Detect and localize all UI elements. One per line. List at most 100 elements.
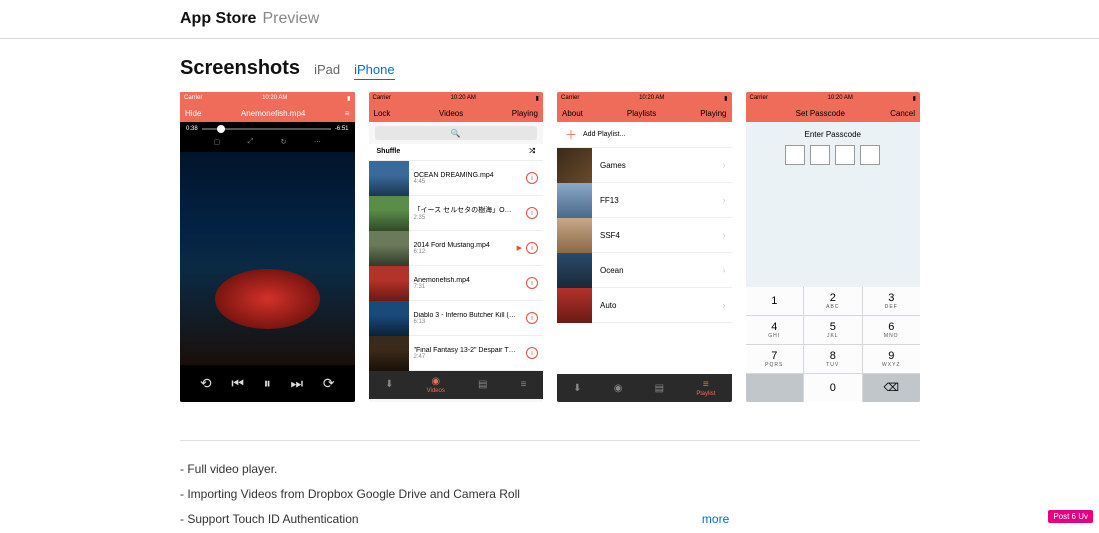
video-duration: 2:47 bbox=[414, 354, 522, 360]
playlist-row[interactable]: FF13› bbox=[557, 183, 732, 218]
keypad-key[interactable]: 1 bbox=[746, 287, 804, 315]
section-header: Screenshots iPad iPhone bbox=[180, 57, 920, 80]
video-duration: 6:12 bbox=[414, 249, 512, 255]
keypad-key[interactable]: 5JKL bbox=[804, 316, 862, 344]
search-input[interactable]: 🔍 bbox=[375, 126, 538, 140]
battery-icon: ▮ bbox=[913, 95, 916, 102]
playing-button[interactable]: Playing bbox=[512, 109, 538, 118]
tab-item[interactable]: ⬇ bbox=[385, 379, 393, 391]
expand-icon[interactable]: ⤢ bbox=[248, 138, 254, 146]
playlist-row[interactable]: SSF4› bbox=[557, 218, 732, 253]
keypad-key[interactable]: 9WXYZ bbox=[863, 345, 921, 373]
share-icon[interactable]: ⋯ bbox=[314, 138, 321, 146]
info-icon[interactable]: i bbox=[526, 277, 538, 289]
video-title: Anemonefish.mp4 bbox=[414, 277, 522, 284]
lock-button[interactable]: Lock bbox=[374, 109, 391, 118]
cancel-button[interactable]: Cancel bbox=[890, 109, 915, 118]
playlist-thumb bbox=[557, 183, 592, 218]
video-duration: 7:31 bbox=[414, 284, 522, 290]
tab-iphone[interactable]: iPhone bbox=[354, 62, 394, 80]
tab-ipad[interactable]: iPad bbox=[314, 62, 340, 77]
battery-icon: ▮ bbox=[347, 95, 350, 102]
shuffle-label: Shuffle bbox=[377, 148, 401, 156]
video-row[interactable]: Anemonefish.mp47:31 i bbox=[369, 266, 544, 301]
desc-line: - Support Touch ID Authentication bbox=[180, 512, 359, 526]
next-icon[interactable]: ⏭ bbox=[290, 375, 303, 392]
keypad-key[interactable]: ⌫ bbox=[863, 374, 921, 402]
video-row[interactable]: "Final Fantasy 13-2" Despair T…2:47 i bbox=[369, 336, 544, 371]
video-row[interactable]: 2014 Ford Mustang.mp46:12▶i bbox=[369, 231, 544, 266]
keypad-key[interactable]: 4GHI bbox=[746, 316, 804, 344]
tab-item[interactable]: ▤ bbox=[478, 379, 487, 391]
playlist-row[interactable]: Games› bbox=[557, 148, 732, 183]
nav-title: Playlists bbox=[627, 109, 656, 118]
prev-icon[interactable]: ⏮ bbox=[231, 375, 244, 392]
shuffle-row[interactable]: Shuffle ⤮ bbox=[369, 144, 544, 161]
shuffle-icon: ⤮ bbox=[529, 148, 535, 156]
info-icon[interactable]: i bbox=[526, 172, 538, 184]
appstore-label: App Store bbox=[180, 10, 256, 28]
info-icon[interactable]: i bbox=[526, 312, 538, 324]
keypad-key[interactable]: 0 bbox=[804, 374, 862, 402]
nav-bar: Lock Videos Playing bbox=[369, 104, 544, 122]
screenshot-2[interactable]: Carrier 10:20 AM ▮ Lock Videos Playing 🔍… bbox=[369, 92, 544, 402]
tab-item[interactable]: ◉Videos bbox=[427, 376, 445, 394]
playlist-label: Games bbox=[592, 161, 723, 170]
corner-badge[interactable]: Post 6 Uv bbox=[1048, 510, 1093, 523]
menu-icon[interactable]: ≡ bbox=[345, 109, 350, 118]
keypad-key[interactable] bbox=[746, 374, 804, 402]
playlist-label: SSF4 bbox=[592, 231, 723, 240]
status-bar: Carrier 10:20 AM ▮ bbox=[746, 92, 921, 104]
tab-bar: ⬇ ◉ ▤ ≡Playlist bbox=[557, 374, 732, 402]
info-icon[interactable]: i bbox=[526, 347, 538, 359]
tab-item[interactable]: ▤ bbox=[655, 383, 664, 394]
screenshot-3[interactable]: Carrier 10:20 AM ▮ About Playlists Playi… bbox=[557, 92, 732, 402]
passcode-box bbox=[810, 145, 830, 165]
nav-bar: Hide Anemonefish.mp4 ≡ bbox=[180, 104, 355, 122]
forward-15-icon[interactable]: ⟳ bbox=[323, 375, 335, 392]
add-playlist-row[interactable]: ＋ Add Playlist... bbox=[557, 122, 732, 148]
passcode-box bbox=[785, 145, 805, 165]
rewind-15-icon[interactable]: ⟲ bbox=[200, 375, 212, 392]
time-elapsed: 0:38 bbox=[186, 126, 198, 132]
video-row[interactable]: Diablo 3 - Inferno Butcher Kill (…6:13i bbox=[369, 301, 544, 336]
playlist-row[interactable]: Ocean› bbox=[557, 253, 732, 288]
about-button[interactable]: About bbox=[562, 109, 583, 118]
playlist-thumb bbox=[557, 288, 592, 323]
airplay-icon[interactable]: ▢ bbox=[214, 138, 221, 146]
keypad-key[interactable]: 6MNO bbox=[863, 316, 921, 344]
keypad-key[interactable]: 2ABC bbox=[804, 287, 862, 315]
playlist-label: FF13 bbox=[592, 196, 723, 205]
passcode-box bbox=[860, 145, 880, 165]
playing-button[interactable]: Playing bbox=[700, 109, 726, 118]
tab-item[interactable]: ≡ bbox=[521, 379, 527, 391]
playback-controls: ⟲ ⏮ ⏸ ⏭ ⟳ bbox=[180, 369, 355, 402]
screenshot-row: Carrier 10:20 AM ▮ Hide Anemonefish.mp4 … bbox=[180, 92, 920, 402]
video-row[interactable]: 「イース セルセタの樹海」O…2:35i bbox=[369, 196, 544, 231]
tab-item[interactable]: ◉ bbox=[614, 383, 623, 394]
status-bar: Carrier 10:20 AM ▮ bbox=[557, 92, 732, 104]
screenshot-4[interactable]: Carrier 10:20 AM ▮ Set Passcode Cancel E… bbox=[746, 92, 921, 402]
video-title: "Final Fantasy 13-2" Despair T… bbox=[414, 347, 522, 354]
keypad-key[interactable]: 7PQRS bbox=[746, 345, 804, 373]
chevron-right-icon: › bbox=[723, 160, 726, 170]
info-icon[interactable]: i bbox=[526, 207, 538, 219]
repeat-icon[interactable]: ↻ bbox=[281, 138, 287, 146]
more-link[interactable]: more bbox=[702, 507, 729, 532]
video-row[interactable]: OCEAN DREAMING.mp44:45i bbox=[369, 161, 544, 196]
playlist-row[interactable]: Auto› bbox=[557, 288, 732, 323]
hide-button[interactable]: Hide bbox=[185, 109, 201, 118]
battery-icon: ▮ bbox=[536, 95, 539, 102]
pause-icon[interactable]: ⏸ bbox=[264, 375, 271, 392]
tab-item[interactable]: ≡Playlist bbox=[696, 379, 715, 397]
passcode-box bbox=[835, 145, 855, 165]
keypad-key[interactable]: 8TUV bbox=[804, 345, 862, 373]
keypad-key[interactable]: 3DEF bbox=[863, 287, 921, 315]
video-thumb bbox=[369, 336, 409, 371]
tab-item[interactable]: ⬇ bbox=[573, 383, 581, 394]
status-bar: Carrier 10:20 AM ▮ bbox=[180, 92, 355, 104]
info-icon[interactable]: i bbox=[526, 242, 538, 254]
description: - Full video player. - Importing Videos … bbox=[180, 440, 920, 533]
screenshot-1[interactable]: Carrier 10:20 AM ▮ Hide Anemonefish.mp4 … bbox=[180, 92, 355, 402]
scrubber[interactable]: 0:38 -6:51 bbox=[180, 122, 355, 136]
